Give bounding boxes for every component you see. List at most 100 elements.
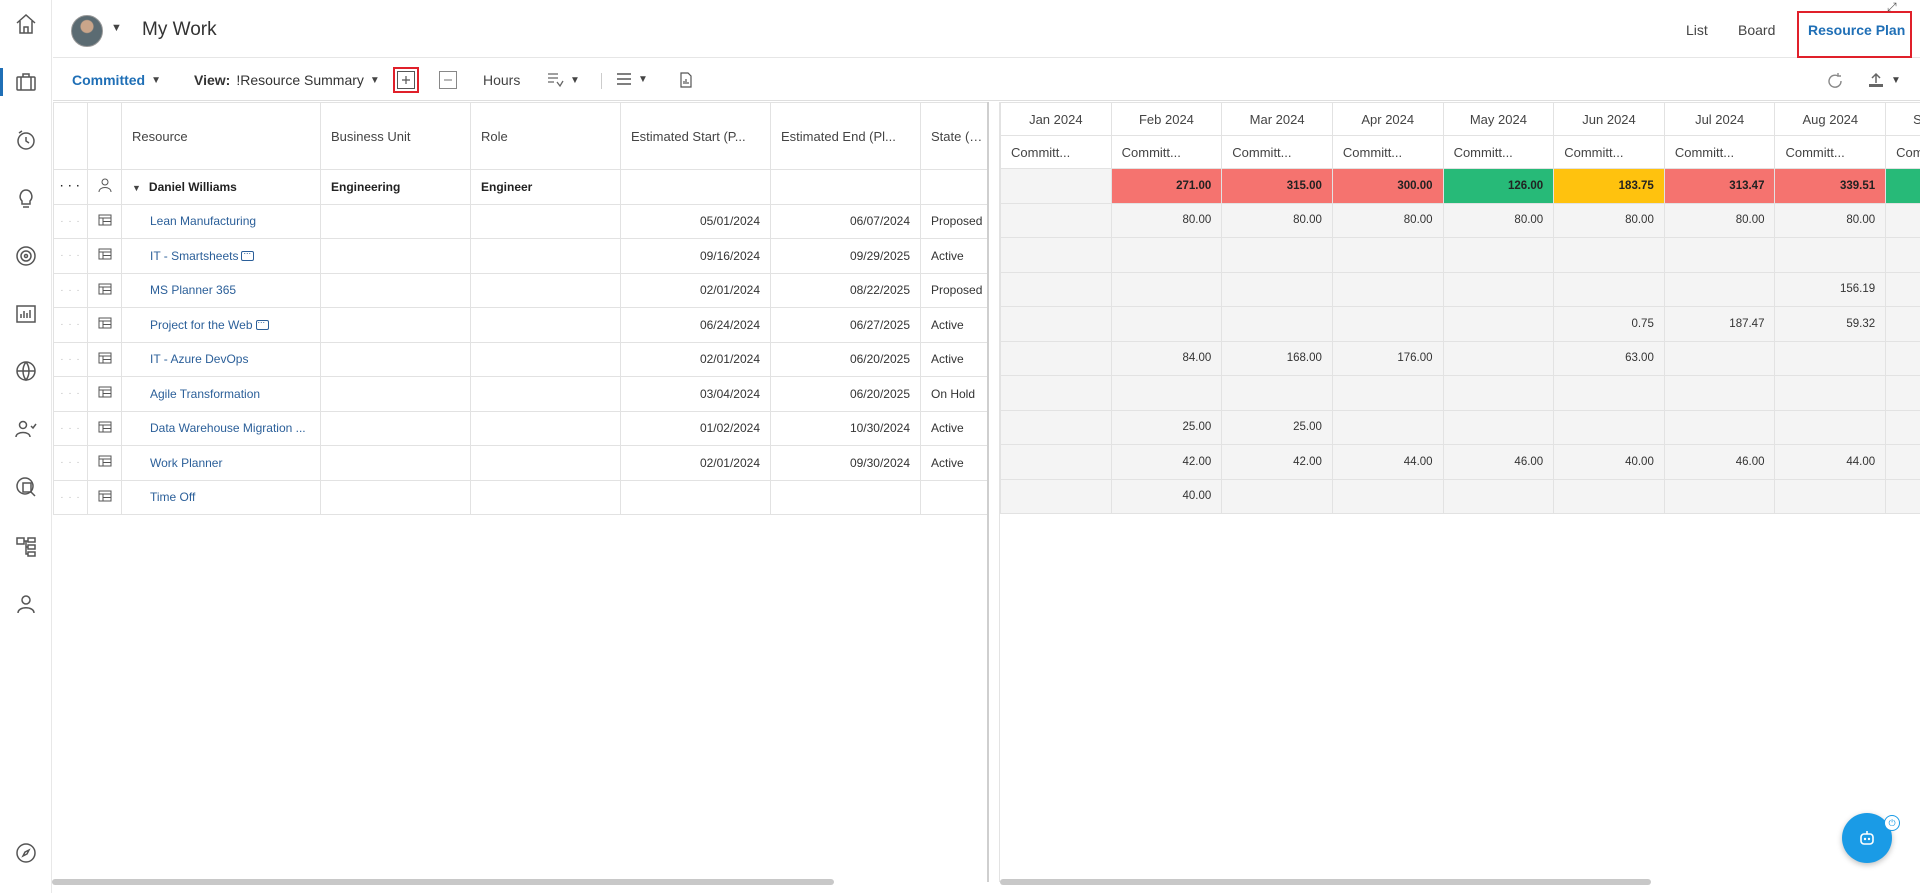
view-dropdown[interactable]: View: !Resource Summary ▼: [194, 72, 380, 88]
hours-cell[interactable]: [1000, 306, 1112, 342]
hours-cell[interactable]: 80.00: [1221, 202, 1333, 238]
hours-cell[interactable]: 25.00: [1221, 409, 1333, 445]
power-icon[interactable]: ⏻: [1884, 815, 1900, 831]
drag-handle-icon[interactable]: · · ·: [53, 341, 88, 377]
table-row[interactable]: · · · IT - Smartsheets 09/16/202409/29/202…: [53, 238, 987, 274]
hours-cell[interactable]: 168.00: [1221, 340, 1333, 376]
hours-cell[interactable]: [1774, 237, 1887, 273]
capacity-total-cell[interactable]: 339.51: [1774, 168, 1887, 204]
target-icon[interactable]: [10, 240, 42, 272]
hours-cell[interactable]: 3.81: [1885, 271, 1920, 307]
hours-cell[interactable]: [1663, 340, 1776, 376]
briefcase-icon[interactable]: [0, 66, 42, 98]
hours-cell[interactable]: [1885, 375, 1920, 411]
globe-icon[interactable]: [10, 355, 42, 387]
project-link[interactable]: IT - Azure DevOps: [150, 352, 248, 366]
hours-cell[interactable]: 0.75: [1553, 306, 1665, 342]
hours-cell[interactable]: [1774, 375, 1887, 411]
hours-cell[interactable]: [1553, 375, 1665, 411]
table-row[interactable]: · · · Data Warehouse Migration ... 01/02/2…: [53, 410, 987, 446]
drag-handle-icon[interactable]: · · ·: [53, 445, 88, 481]
tab-board[interactable]: Board: [1738, 22, 1775, 38]
hours-cell[interactable]: 80.00: [1110, 202, 1223, 238]
hierarchy-icon[interactable]: [10, 530, 42, 562]
project-link[interactable]: MS Planner 365: [150, 283, 236, 297]
hours-cell[interactable]: [1221, 306, 1333, 342]
drag-handle-icon[interactable]: · · ·: [53, 238, 88, 274]
hours-cell[interactable]: [1331, 478, 1444, 514]
capacity-total-cell[interactable]: 315.00: [1221, 168, 1333, 204]
hours-cell[interactable]: [1000, 409, 1112, 445]
hours-cell[interactable]: 40.00: [1553, 444, 1665, 480]
export-report-icon[interactable]: [679, 72, 693, 88]
hours-cell[interactable]: 25.00: [1110, 409, 1223, 445]
project-link[interactable]: Work Planner: [150, 456, 222, 470]
project-name-cell[interactable]: Data Warehouse Migration ...: [121, 410, 321, 446]
chevron-down-icon[interactable]: ▼: [111, 22, 122, 34]
drag-handle-icon[interactable]: · · ·: [53, 169, 88, 205]
hours-cell[interactable]: [1000, 478, 1112, 514]
project-name-cell[interactable]: Project for the Web: [121, 307, 321, 343]
column-header[interactable]: Role: [470, 102, 621, 170]
project-name-cell[interactable]: IT - Azure DevOps: [121, 341, 321, 377]
hours-cell[interactable]: 187.47: [1663, 306, 1776, 342]
project-name-cell[interactable]: Agile Transformation: [121, 376, 321, 412]
hours-cell[interactable]: 44.00: [1331, 444, 1444, 480]
hours-cell[interactable]: [1221, 375, 1333, 411]
hours-cell[interactable]: [1000, 271, 1112, 307]
table-row[interactable]: · · · Agile Transformation 03/04/2024 06/20…: [53, 376, 987, 412]
project-link[interactable]: Data Warehouse Migration ...: [150, 421, 306, 435]
collapse-all-icon[interactable]: [439, 71, 457, 89]
reports-chart-icon[interactable]: [10, 298, 42, 330]
hours-cell[interactable]: [1442, 271, 1555, 307]
collapse-caret-icon[interactable]: ▼: [132, 183, 141, 193]
project-name-cell[interactable]: Work Planner: [121, 445, 321, 481]
hours-cell[interactable]: [1553, 271, 1665, 307]
hours-cell[interactable]: [1000, 237, 1112, 273]
timesheet-clock-icon[interactable]: [10, 124, 42, 156]
hours-cell[interactable]: 59.32: [1774, 306, 1887, 342]
hours-cell[interactable]: [1442, 375, 1555, 411]
column-header[interactable]: Business Unit: [320, 102, 471, 170]
hours-cell[interactable]: [1442, 306, 1555, 342]
project-link[interactable]: IT - Smartsheets: [150, 249, 238, 263]
drag-handle-icon[interactable]: · · ·: [53, 410, 88, 446]
hours-cell[interactable]: 80.00: [1553, 202, 1665, 238]
publish-dropdown[interactable]: ▼: [1867, 72, 1901, 88]
hours-cell[interactable]: [1221, 237, 1333, 273]
capacity-total-cell[interactable]: 183.75: [1553, 168, 1665, 204]
project-link[interactable]: Agile Transformation: [150, 387, 260, 401]
right-horizontal-scrollbar[interactable]: [1000, 879, 1651, 885]
column-header[interactable]: Estimated End (Pl...: [770, 102, 921, 170]
hours-cell[interactable]: [1885, 478, 1920, 514]
hours-cell[interactable]: 42.00: [1885, 444, 1920, 480]
lightbulb-icon[interactable]: [10, 183, 42, 215]
hours-cell[interactable]: [1442, 340, 1555, 376]
hours-cell[interactable]: [1774, 340, 1887, 376]
hours-cell[interactable]: [1000, 340, 1112, 376]
hours-cell[interactable]: 80.00: [1331, 202, 1444, 238]
hours-cell[interactable]: [1553, 478, 1665, 514]
hours-cell[interactable]: 40.00: [1110, 478, 1223, 514]
drag-handle-icon[interactable]: · · ·: [53, 376, 88, 412]
hours-cell[interactable]: [1885, 340, 1920, 376]
table-row[interactable]: · · · IT - Azure DevOps 02/01/2024 06/20/20…: [53, 341, 987, 377]
project-name-cell[interactable]: IT - Smartsheets: [121, 238, 321, 274]
hours-cell[interactable]: [1442, 478, 1555, 514]
hours-cell[interactable]: 80.00: [1774, 202, 1887, 238]
project-name-cell[interactable]: Time Off: [121, 479, 321, 515]
hours-cell[interactable]: 80.00: [1663, 202, 1776, 238]
hours-cell[interactable]: [1110, 271, 1223, 307]
hours-cell[interactable]: 80.00: [1885, 202, 1920, 238]
maximize-icon[interactable]: ⤢: [1887, 0, 1897, 15]
table-row[interactable]: · · · Work Planner 02/01/2024 09/30/2024 Act…: [53, 445, 987, 481]
hours-cell[interactable]: [1774, 478, 1887, 514]
hours-cell[interactable]: 156.19: [1774, 271, 1887, 307]
hours-cell[interactable]: [1000, 444, 1112, 480]
hours-button[interactable]: Hours: [483, 72, 520, 88]
drag-handle-icon[interactable]: · · ·: [53, 272, 88, 308]
resources-people-icon[interactable]: [10, 413, 42, 445]
hours-cell[interactable]: 80.00: [1442, 202, 1555, 238]
hours-cell[interactable]: [1663, 375, 1776, 411]
hours-cell[interactable]: 46.00: [1442, 444, 1555, 480]
